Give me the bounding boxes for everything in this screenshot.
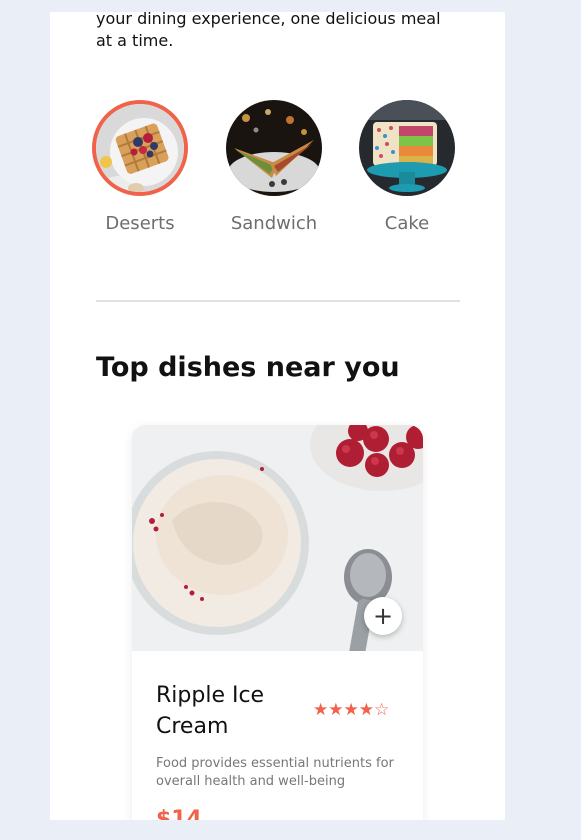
star-empty-icon: ☆ xyxy=(374,700,390,720)
section-title: Top dishes near you xyxy=(96,352,400,383)
dish-price: $14 xyxy=(156,807,202,820)
star-filled-icon: ★ xyxy=(328,700,344,720)
section-divider xyxy=(96,300,460,302)
star-filled-icon: ★ xyxy=(358,700,374,720)
dish-card[interactable]: + Ripple Ice Cream ★★★★☆ Food provides e… xyxy=(132,425,423,820)
cake-image xyxy=(359,100,455,196)
dish-image: + xyxy=(132,425,423,659)
category-label: Sandwich xyxy=(230,213,318,234)
star-filled-icon: ★ xyxy=(313,700,329,720)
deserts-image xyxy=(92,100,188,196)
star-filled-icon: ★ xyxy=(343,700,359,720)
dish-description: Food provides essential nutrients for ov… xyxy=(156,756,394,789)
intro-text: your dining experience, one delicious me… xyxy=(96,12,441,50)
rating-stars: ★★★★☆ xyxy=(313,700,389,720)
dish-name: Ripple Ice Cream xyxy=(156,683,265,739)
sandwich-image xyxy=(226,100,322,196)
plus-icon: + xyxy=(372,602,394,630)
category-label: Cake xyxy=(384,213,430,234)
category-label: Deserts xyxy=(105,213,175,234)
category-sandwich[interactable]: Sandwich xyxy=(214,100,334,234)
page-panel: your dining experience, one delicious me… xyxy=(50,12,505,820)
category-cake[interactable]: Cake xyxy=(347,100,467,234)
add-to-cart-button[interactable]: + xyxy=(364,597,402,635)
category-deserts[interactable]: Deserts xyxy=(80,100,200,234)
